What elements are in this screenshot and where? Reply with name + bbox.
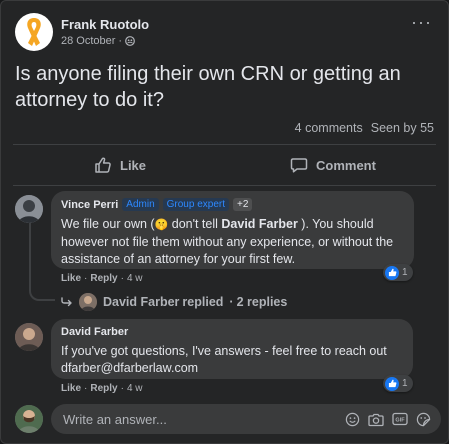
replier-avatar	[79, 293, 97, 311]
replies-count: 2 replies	[236, 295, 288, 309]
sticker-icon[interactable]	[416, 412, 431, 427]
comment-time[interactable]: 4 w	[127, 273, 143, 284]
replier-name: David Farber	[103, 295, 180, 309]
shushing-emoji-icon: 🤫	[154, 219, 169, 231]
camera-icon[interactable]	[368, 412, 384, 427]
more-badges[interactable]: +2	[233, 198, 253, 211]
meta-separator: ·	[118, 35, 123, 47]
reply-arrow-icon	[61, 297, 72, 307]
like-button-label: Like	[120, 157, 147, 173]
comment-button-label: Comment	[316, 157, 376, 173]
svg-text:GIF: GIF	[395, 418, 405, 424]
comment-button[interactable]: Comment	[290, 151, 376, 179]
comment-like-link[interactable]: Like	[61, 383, 81, 394]
comment-bubble: Vince Perri Admin Group expert +2 We fil…	[51, 191, 414, 269]
answer-input[interactable]	[61, 410, 345, 428]
post-meta: 28 October ·	[61, 35, 149, 47]
comment-text: We file our own (🤫 don't tell David Farb…	[61, 217, 394, 266]
comment-like-link[interactable]: Like	[61, 273, 81, 284]
like-reaction-icon	[385, 265, 399, 280]
comment-bubble: David Farber If you've got questions, I'…	[51, 319, 413, 379]
divider	[13, 185, 436, 186]
group-expert-badge[interactable]: Group expert	[162, 198, 230, 211]
replied-text: replied	[182, 295, 224, 309]
view-replies-link[interactable]: David Farber replied · 2 replies	[61, 293, 287, 311]
current-user-avatar[interactable]	[15, 405, 43, 433]
answer-composer: GIF	[51, 404, 441, 434]
author-avatar[interactable]	[15, 13, 53, 51]
reaction-count[interactable]: 1	[383, 264, 413, 281]
thumbs-up-icon	[95, 157, 111, 173]
post-author-name[interactable]: Frank Ruotolo	[61, 17, 149, 32]
like-reaction-icon	[385, 376, 399, 391]
more-options-icon[interactable]: ···	[411, 13, 432, 31]
comment-reply-link[interactable]: Reply	[90, 273, 117, 284]
post-text: Is anyone filing their own CRN or gettin…	[15, 63, 401, 111]
comment-author-name[interactable]: David Farber	[61, 326, 128, 338]
seen-by-count[interactable]: Seen by 55	[371, 121, 434, 135]
post-date[interactable]: 28 October	[61, 35, 115, 47]
comments-count[interactable]: 4 comments	[295, 121, 363, 135]
post-stats: 4 comments Seen by 55	[295, 121, 434, 135]
gif-icon[interactable]: GIF	[392, 412, 408, 426]
divider	[13, 144, 436, 145]
commenter-avatar[interactable]	[15, 195, 43, 223]
privacy-group-icon	[125, 36, 135, 46]
comment-actions: Like · Reply · 4 w	[61, 383, 143, 394]
reaction-count[interactable]: 1	[383, 375, 413, 392]
comment-text: If you've got questions, I've answers - …	[61, 344, 387, 375]
admin-badge[interactable]: Admin	[122, 198, 159, 211]
commenter-avatar[interactable]	[15, 323, 43, 351]
comment-icon	[290, 158, 308, 173]
emoji-icon[interactable]	[345, 412, 360, 427]
comment-time[interactable]: 4 w	[127, 383, 143, 394]
comment-author-name[interactable]: Vince Perri	[61, 199, 118, 211]
mention-link[interactable]: David Farber	[221, 217, 297, 231]
comment-reply-link[interactable]: Reply	[90, 383, 117, 394]
post-header: Frank Ruotolo 28 October ·	[15, 13, 149, 51]
like-button[interactable]: Like	[94, 151, 146, 179]
post-card: Frank Ruotolo 28 October · ··· Is anyone…	[0, 0, 449, 444]
awareness-ribbon-icon	[27, 18, 41, 46]
comment-actions: Like · Reply · 4 w	[61, 273, 143, 284]
